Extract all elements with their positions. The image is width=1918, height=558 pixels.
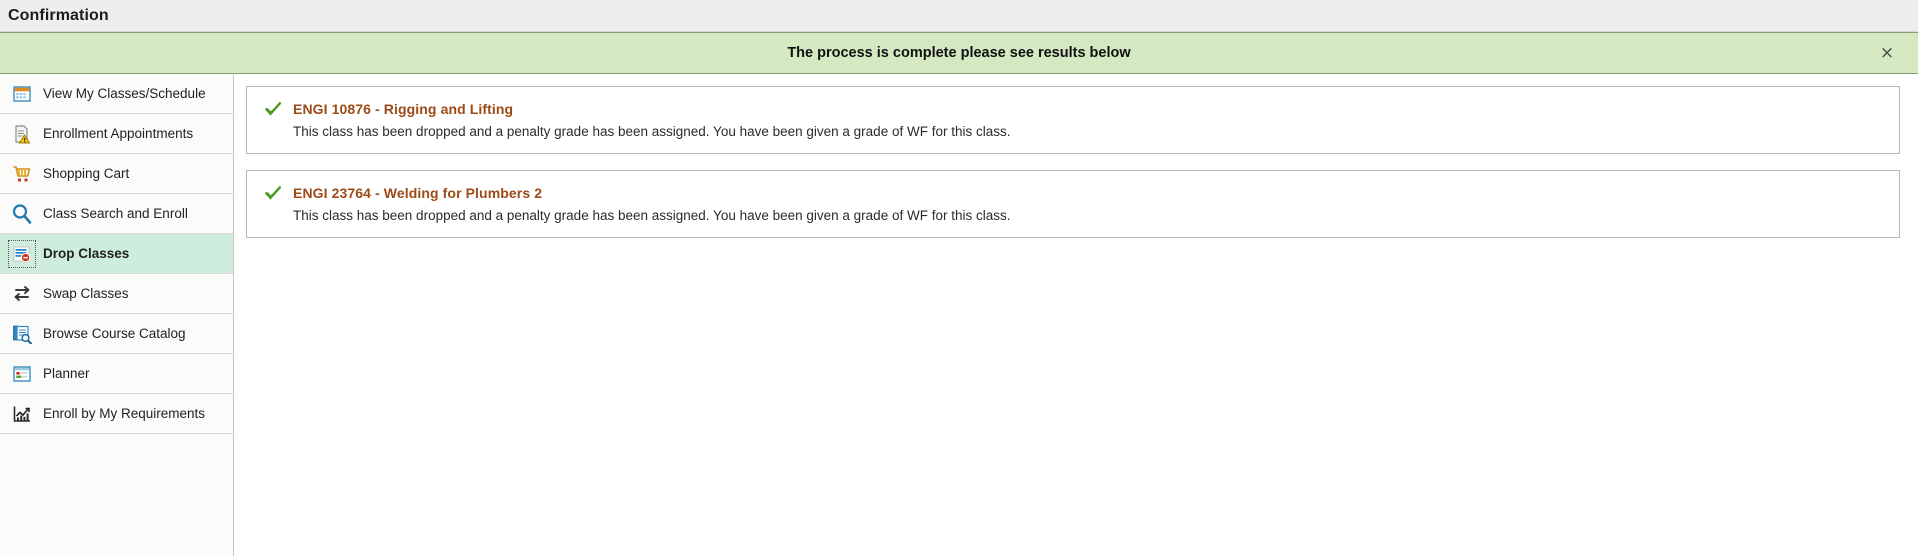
- green-check-icon: [264, 101, 282, 117]
- sidebar-item-label: Shopping Cart: [43, 166, 130, 181]
- result-card: ENGI 23764 - Welding for Plumbers 2 This…: [246, 170, 1900, 238]
- swap-arrows-icon: [10, 282, 34, 306]
- sidebar-item-label: Class Search and Enroll: [43, 206, 188, 221]
- result-title-row: ENGI 23764 - Welding for Plumbers 2: [264, 185, 1883, 201]
- sidebar-item-class-search-and-enroll[interactable]: Class Search and Enroll: [0, 194, 233, 234]
- sidebar-item-browse-course-catalog[interactable]: Browse Course Catalog: [0, 314, 233, 354]
- document-warning-icon: [10, 122, 34, 146]
- sidebar-item-enroll-by-my-requirements[interactable]: Enroll by My Requirements: [0, 394, 233, 434]
- sidebar-item-label: Enroll by My Requirements: [43, 406, 206, 421]
- drop-classes-icon: [8, 239, 36, 268]
- page-header: Confirmation: [0, 0, 1918, 32]
- chart-requirements-icon: [10, 402, 34, 426]
- sidebar-item-label: Enrollment Appointments: [43, 126, 194, 141]
- planner-icon: [10, 362, 34, 386]
- sidebar-item-shopping-cart[interactable]: Shopping Cart: [0, 154, 233, 194]
- catalog-search-icon: [10, 322, 34, 346]
- sidebar-item-label: View My Classes/Schedule: [43, 86, 206, 101]
- sidebar-item-planner[interactable]: Planner: [0, 354, 233, 394]
- body-area: View My Classes/Schedule Enrollment Appo…: [0, 74, 1918, 556]
- magnifier-icon: [10, 202, 34, 226]
- sidebar-item-label: Drop Classes: [43, 246, 130, 261]
- result-description: This class has been dropped and a penalt…: [293, 124, 1011, 139]
- sidebar-item-enrollment-appointments[interactable]: Enrollment Appointments: [0, 114, 233, 154]
- sidebar-item-drop-classes[interactable]: Drop Classes: [0, 234, 233, 274]
- sidebar-item-label: Planner: [43, 366, 90, 381]
- sidebar-item-view-my-classes[interactable]: View My Classes/Schedule: [0, 74, 233, 114]
- result-card: ENGI 10876 - Rigging and Lifting This cl…: [246, 86, 1900, 154]
- result-description: This class has been dropped and a penalt…: [293, 208, 1011, 223]
- shopping-cart-icon: [10, 162, 34, 186]
- page-title: Confirmation: [8, 6, 109, 24]
- banner-message-text: The process is complete please see resul…: [787, 45, 1131, 61]
- result-course-title: ENGI 23764 - Welding for Plumbers 2: [293, 185, 543, 201]
- green-check-icon: [264, 185, 282, 201]
- sidebar-nav: View My Classes/Schedule Enrollment Appo…: [0, 74, 234, 556]
- result-title-row: ENGI 10876 - Rigging and Lifting: [264, 101, 1883, 117]
- sidebar-item-label: Swap Classes: [43, 286, 129, 301]
- results-panel: ENGI 10876 - Rigging and Lifting This cl…: [234, 74, 1918, 556]
- close-icon[interactable]: ×: [1876, 42, 1898, 64]
- sidebar-item-swap-classes[interactable]: Swap Classes: [0, 274, 233, 314]
- result-course-title: ENGI 10876 - Rigging and Lifting: [293, 101, 514, 117]
- calendar-icon: [10, 82, 34, 106]
- success-message-banner: The process is complete please see resul…: [0, 32, 1918, 74]
- confirmation-page: Confirmation The process is complete ple…: [0, 0, 1918, 558]
- sidebar-item-label: Browse Course Catalog: [43, 326, 186, 341]
